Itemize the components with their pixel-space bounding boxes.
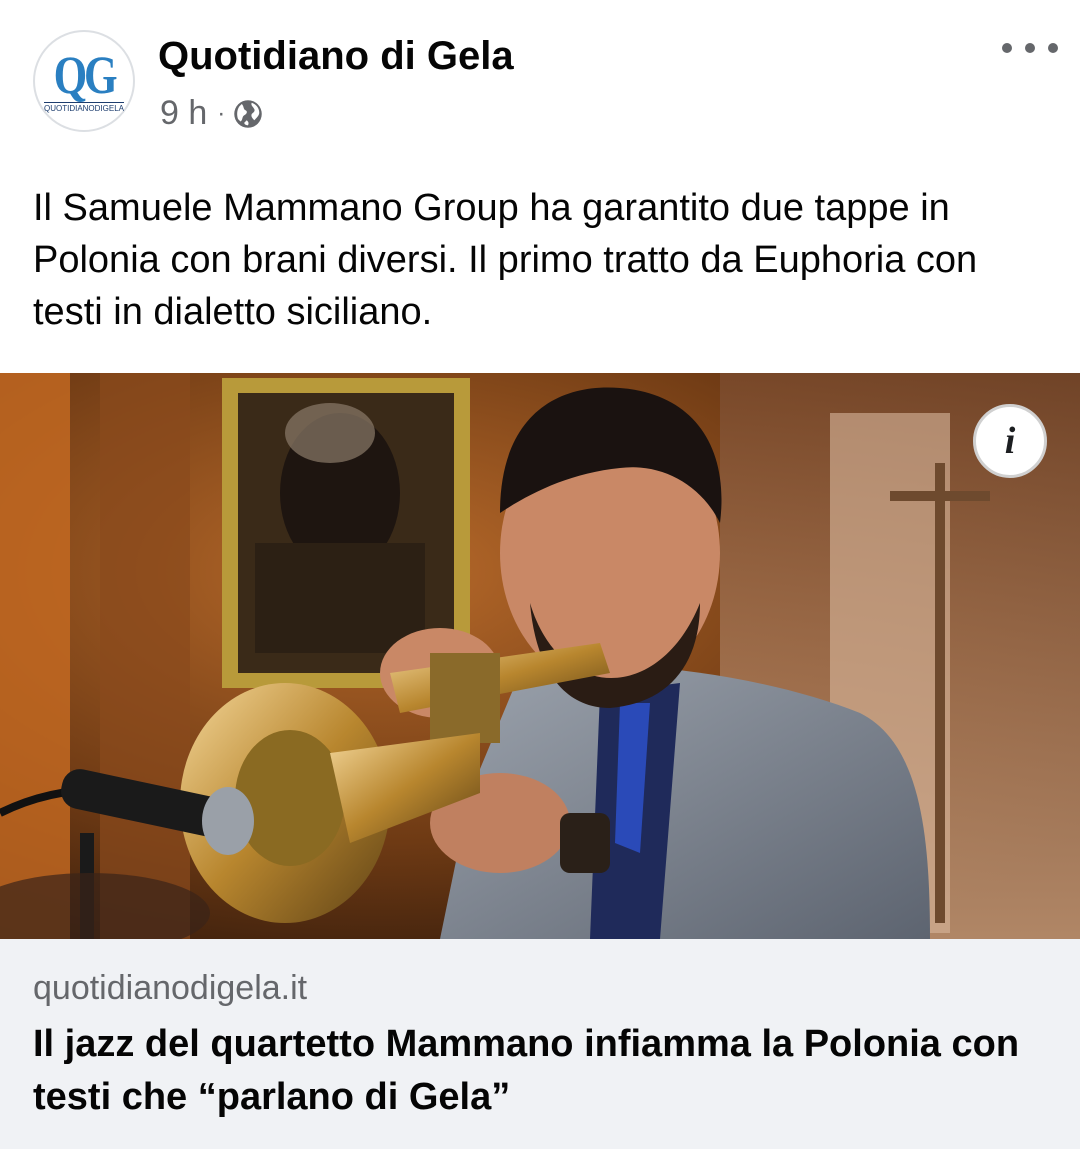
post-text: Il Samuele Mammano Group ha garantito du… bbox=[33, 187, 978, 333]
page-name[interactable]: Quotidiano di Gela bbox=[158, 34, 514, 79]
bottom-divider bbox=[0, 1149, 1080, 1159]
link-domain: quotidianodigela.it bbox=[33, 969, 308, 1007]
trumpet-player-photo bbox=[0, 373, 1080, 939]
post-photo[interactable] bbox=[0, 373, 1080, 939]
more-dot bbox=[1025, 43, 1035, 53]
more-options-button[interactable] bbox=[1002, 30, 1058, 66]
avatar-logo-text: QG bbox=[53, 44, 118, 105]
info-icon[interactable]: i bbox=[973, 404, 1047, 478]
post-meta: 9 h · bbox=[160, 94, 263, 133]
link-title[interactable]: Il jazz del quartetto Mammano infiamma l… bbox=[33, 1018, 1043, 1124]
post-timestamp[interactable]: 9 h bbox=[160, 94, 207, 133]
more-dot bbox=[1048, 43, 1058, 53]
globe-icon[interactable] bbox=[233, 99, 263, 129]
facebook-post: QG QUOTIDIANODIGELA Quotidiano di Gela 9… bbox=[0, 0, 1080, 1159]
meta-separator: · bbox=[217, 99, 226, 127]
more-dot bbox=[1002, 43, 1012, 53]
page-avatar[interactable]: QG QUOTIDIANODIGELA bbox=[33, 30, 135, 132]
